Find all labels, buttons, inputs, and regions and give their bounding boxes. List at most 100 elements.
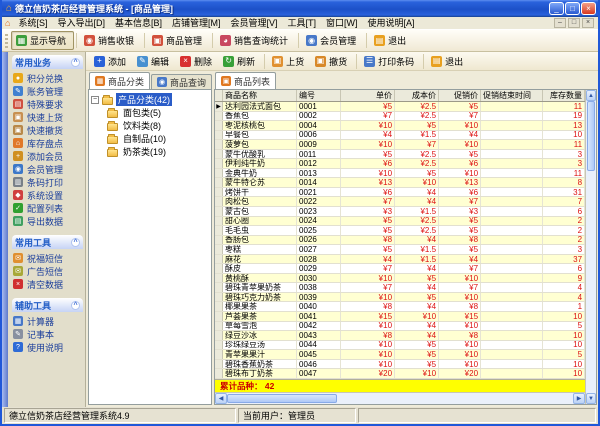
column-header-stock[interactable]: 库存数量 bbox=[543, 90, 585, 101]
table-row[interactable]: 烤饼干0021¥6¥4¥631个 bbox=[215, 187, 585, 198]
collapse-chevron-icon[interactable]: ^ bbox=[71, 237, 80, 247]
mdi-restore-button[interactable]: □ bbox=[568, 18, 580, 28]
sidebar-item[interactable]: ● 积分兑换 bbox=[13, 72, 83, 84]
table-row[interactable]: 伊利纯牛奶0012¥6¥2.5¥63个 bbox=[215, 159, 585, 169]
collapse-chevron-icon[interactable]: ^ bbox=[71, 300, 80, 310]
sidebar-item[interactable]: ✉ 广告短信 bbox=[13, 265, 83, 277]
sidebar-item[interactable]: ▣ 快速撤货 bbox=[13, 124, 83, 136]
sidebar-item[interactable]: ✉ 祝福短信 bbox=[13, 252, 83, 264]
table-row[interactable]: 甜心圈0024¥5¥2.5¥52个 bbox=[215, 216, 585, 227]
minimize-button[interactable]: _ bbox=[549, 2, 564, 15]
main-toolbar-button[interactable]: ◉ 会员管理 bbox=[301, 31, 364, 50]
collapse-icon[interactable]: − bbox=[91, 95, 99, 104]
sidebar-item[interactable]: ✎ 账务管理 bbox=[13, 85, 83, 97]
menu-item[interactable]: 系统[S] bbox=[13, 17, 52, 29]
sidebar-item[interactable]: ✎ 记事本 bbox=[13, 328, 83, 340]
column-header-promo[interactable]: 促销价 bbox=[439, 90, 482, 101]
sidebar-item[interactable]: ▤ 特殊要求 bbox=[13, 98, 83, 110]
sidebar-item[interactable]: ▥ 条码打印 bbox=[13, 176, 83, 188]
mdi-close-button[interactable]: × bbox=[582, 18, 594, 28]
main-toolbar-button[interactable]: ▦ 显示导航 bbox=[11, 31, 75, 50]
menu-item[interactable]: 使用说明[A] bbox=[363, 17, 420, 29]
sidebar-item[interactable]: ? 使用说明 bbox=[13, 341, 83, 353]
sidebar-item[interactable]: + 添加会员 bbox=[13, 150, 83, 162]
panel-toolbar-button[interactable]: ☰ 打印条码 bbox=[360, 53, 420, 69]
table-row[interactable]: 肉松包0022¥7¥4¥77个 bbox=[215, 197, 585, 208]
table-row[interactable]: 椰果果茶0040¥8¥4¥81个 bbox=[215, 302, 585, 313]
vertical-scroll-thumb[interactable] bbox=[587, 101, 595, 171]
table-row[interactable]: 芦荟果茶0041¥15¥10¥1510个 bbox=[215, 312, 585, 322]
sidebar-item[interactable]: ⌂ 库存盘点 bbox=[13, 137, 83, 149]
horizontal-scrollbar[interactable]: ◀ ▶ bbox=[215, 392, 585, 404]
table-row[interactable]: 蒙古包0023¥3¥1.5¥36个 bbox=[215, 207, 585, 217]
table-row[interactable]: 香蕉包0002¥7¥2.5¥719个 bbox=[215, 111, 585, 122]
horizontal-scroll-track[interactable] bbox=[337, 393, 573, 404]
menu-item[interactable]: 工具[T] bbox=[283, 17, 322, 29]
close-button[interactable]: × bbox=[581, 2, 596, 15]
column-header-code[interactable]: 编号 bbox=[297, 90, 342, 101]
collapse-chevron-icon[interactable]: ^ bbox=[71, 57, 80, 67]
table-row[interactable]: 黄桃酥0030¥10¥5¥109个 bbox=[215, 273, 585, 284]
scroll-down-icon[interactable]: ▼ bbox=[586, 393, 596, 404]
table-row[interactable]: 枣糕0027¥5¥1.5¥53个 bbox=[215, 245, 585, 255]
table-row[interactable]: 碧珠巧克力奶茶0039¥10¥5¥104个 bbox=[215, 292, 585, 303]
column-header-promo-end[interactable]: 促销结束时间 bbox=[481, 90, 544, 101]
tree-root-item[interactable]: − 产品分类(42) bbox=[91, 93, 209, 106]
panel-toolbar-button[interactable]: × 删除 bbox=[176, 53, 218, 69]
tab-goods-list[interactable]: ▣ 商品列表 bbox=[215, 72, 277, 89]
sidebar-section-header[interactable]: 辅助工具 ^ bbox=[12, 298, 83, 312]
horizontal-scroll-thumb[interactable] bbox=[227, 394, 338, 403]
menu-item[interactable]: 店铺管理[M] bbox=[167, 17, 226, 29]
column-header-price[interactable]: 单价 bbox=[341, 90, 396, 101]
menu-item[interactable]: 会员管理[V] bbox=[225, 17, 282, 29]
table-row[interactable]: 酥皮0029¥7¥4¥76个 bbox=[215, 264, 585, 274]
menu-item[interactable]: 基本信息[B] bbox=[110, 17, 167, 29]
table-row[interactable]: 碧珠香蕉奶茶0046¥10¥5¥1010杯 bbox=[215, 359, 585, 370]
menu-item[interactable]: 导入导出[D] bbox=[52, 17, 110, 29]
table-row[interactable]: ▶达利园法式面包0001¥5¥2.5¥511个 bbox=[215, 102, 585, 112]
sidebar-section-header[interactable]: 常用工具 ^ bbox=[12, 235, 83, 249]
sidebar-item[interactable]: ✓ 配置列表 bbox=[13, 202, 83, 214]
mdi-minimize-button[interactable]: – bbox=[554, 18, 566, 28]
panel-toolbar-button[interactable]: ▤ 退出 bbox=[427, 53, 469, 69]
table-row[interactable]: 碧珠青苹果奶茶0038¥7¥4¥74个 bbox=[215, 283, 585, 293]
tree-item[interactable]: 面包类(5) bbox=[91, 106, 209, 119]
scroll-left-icon[interactable]: ◀ bbox=[215, 393, 228, 404]
main-toolbar-button[interactable]: ◉ 销售收银 bbox=[79, 31, 142, 50]
sidebar-section-header[interactable]: 常用业务 ^ bbox=[12, 55, 83, 69]
vertical-scroll-track[interactable] bbox=[586, 171, 596, 393]
table-row[interactable]: 早餐包0006¥4¥1.5¥410个 bbox=[215, 130, 585, 141]
table-row[interactable]: 青苹果果汁0045¥10¥5¥105杯 bbox=[215, 350, 585, 360]
scroll-up-icon[interactable]: ▲ bbox=[586, 90, 596, 101]
sidebar-item[interactable]: ◉ 会员管理 bbox=[13, 163, 83, 175]
column-header-name[interactable]: 商品名称 bbox=[223, 90, 298, 101]
sidebar-item[interactable]: ▤ 导出数据 bbox=[13, 215, 83, 227]
table-row[interactable]: 菠萝包0009¥10¥7¥1011个 bbox=[215, 140, 585, 150]
panel-toolbar-button[interactable]: ✎ 编辑 bbox=[133, 53, 175, 69]
column-header-cost[interactable]: 成本价 bbox=[395, 90, 440, 101]
menu-item[interactable]: 窗口[W] bbox=[321, 17, 363, 29]
panel-toolbar-button[interactable]: ▣ 撤货 bbox=[311, 53, 353, 69]
panel-toolbar-button[interactable]: + 添加 bbox=[90, 53, 132, 69]
table-row[interactable]: 毛毛虫0025¥5¥2.5¥52个 bbox=[215, 226, 585, 236]
table-row[interactable]: 蒙牛优酸乳0011¥5¥2.5¥53个 bbox=[215, 149, 585, 160]
tree-item[interactable]: 饮料类(8) bbox=[91, 119, 209, 132]
table-row[interactable]: 蒙牛特仑苏0014¥13¥10¥138个 bbox=[215, 178, 585, 188]
table-row[interactable]: 香肠包0026¥8¥4¥82个 bbox=[215, 235, 585, 246]
table-row[interactable]: 金典牛奶0013¥10¥5¥1011个 bbox=[215, 168, 585, 179]
maximize-button[interactable]: □ bbox=[565, 2, 580, 15]
panel-toolbar-button[interactable]: ↻ 刷新 bbox=[219, 53, 261, 69]
table-row[interactable]: 草莓雪泡0042¥10¥4¥105个 bbox=[215, 321, 585, 332]
main-toolbar-button[interactable]: ◕ 销售查询统计 bbox=[215, 31, 296, 50]
tree-item[interactable]: 奶茶类(19) bbox=[91, 145, 209, 158]
toolbar-grip[interactable] bbox=[5, 33, 8, 48]
sidebar-item[interactable]: ▣ 快速上货 bbox=[13, 111, 83, 123]
tree-item[interactable]: 自制品(10) bbox=[91, 132, 209, 145]
tab[interactable]: ▦ 商品分类 bbox=[89, 72, 151, 89]
main-toolbar-button[interactable]: ▣ 商品管理 bbox=[147, 31, 210, 50]
sidebar-item[interactable]: ▦ 计算器 bbox=[13, 315, 83, 327]
sidebar-item[interactable]: ◆ 系统设置 bbox=[13, 189, 83, 201]
tab[interactable]: ◉ 商品查询 bbox=[151, 74, 213, 89]
table-row[interactable]: 珍珠绿豆汤0044¥10¥5¥1010杯 bbox=[215, 340, 585, 351]
main-toolbar-button[interactable]: ▤ 退出 bbox=[369, 31, 414, 50]
